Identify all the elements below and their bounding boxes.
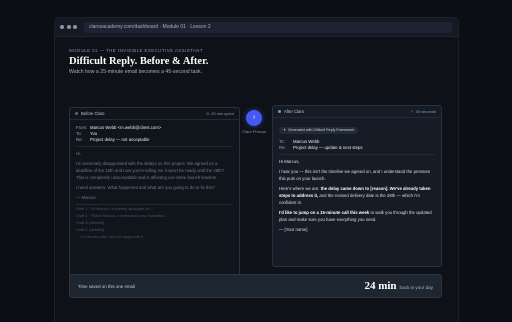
email-body: Hi, I'm extremely disappointed with the … <box>70 150 239 201</box>
emphasis-text: I'd like to jump on a 15-minute call thi… <box>279 210 370 215</box>
page-subtitle: Watch how a 25-minute email becomes a 45… <box>69 69 203 75</box>
draft-item: Draft 3: [deleted] <box>76 221 105 225</box>
email-header: To: Marcus Webb Re: Project delay — update… <box>273 136 441 151</box>
subject-value: Project delay — not acceptable <box>90 137 150 142</box>
email-header: From: Marcus Webb <m.webb@client.com> To:… <box>70 120 239 143</box>
email-signature: — [Your name] <box>279 227 308 232</box>
time-saved-unit: back in your day <box>399 285 433 290</box>
address-bar[interactable]: clarosacademy.com/dashboard · Module 01 … <box>84 21 452 33</box>
subject-key: Re: <box>76 137 83 142</box>
subject-key: Re: <box>279 145 286 150</box>
claro-prompt-label: Claro Prompt <box>242 129 266 134</box>
time-spent: 0: 25 min spent <box>206 111 234 116</box>
arrow-right-icon[interactable]: › <box>246 110 262 126</box>
status-dot-icon <box>278 110 281 113</box>
subject-value: Project delay — update & next steps <box>293 145 363 150</box>
draft-item: Draft 4: [deleted] <box>76 228 105 232</box>
framework-badge-label: Generated with Difficult Reply Framework <box>288 128 355 132</box>
page-title: Difficult Reply. Before & After. <box>69 56 209 67</box>
email-greeting: Hi, <box>76 151 82 156</box>
before-label: Before Claro <box>81 111 105 116</box>
time-taken: ⚡ 45 seconds <box>411 109 436 114</box>
email-paragraph: I need answers. What happened and what a… <box>76 185 216 190</box>
divider <box>76 204 233 205</box>
email-paragraph: I'm extremely disappointed with the dela… <box>76 161 225 180</box>
email-paragraph: I hear you — this isn't the timeline we … <box>279 169 431 181</box>
draft-history: Draft 1: "Hi Marcus, I sincerely apologi… <box>70 204 239 241</box>
after-panel: After Claro ⚡ 45 seconds ✦ Generated wit… <box>272 105 442 267</box>
email-paragraph: Here's where we are: the delay came down… <box>279 185 435 206</box>
time-saved-value: 24 min <box>364 280 397 292</box>
close-window-dot[interactable] <box>60 25 64 29</box>
divider <box>279 154 435 155</box>
from-value: Marcus Webb <m.webb@client.com> <box>90 125 162 130</box>
window-controls <box>60 25 77 29</box>
maximize-window-dot[interactable] <box>73 25 77 29</box>
sparkle-icon: ✦ <box>283 128 287 132</box>
status-dot-icon <box>75 112 78 115</box>
draft-item: Draft 1: "Hi Marcus, I sincerely apologi… <box>76 207 155 211</box>
text-span: Here's where we are: <box>279 186 321 191</box>
browser-toolbar: clarosacademy.com/dashboard · Module 01 … <box>55 18 458 37</box>
browser-window: clarosacademy.com/dashboard · Module 01 … <box>55 18 458 322</box>
after-label: After Claro <box>284 109 305 114</box>
email-body: Hi Marcus, I hear you — this isn't the t… <box>273 158 441 233</box>
module-kicker: MODULE 01 — THE INVISIBLE EXECUTIVE ASSI… <box>69 48 204 53</box>
before-panel-header: Before Claro 0: 25 min spent <box>70 108 239 120</box>
time-saved-stat: 24 min back in your day <box>364 280 433 292</box>
before-panel: Before Claro 0: 25 min spent From: Marcus… <box>69 107 240 285</box>
framework-badge: ✦ Generated with Difficult Reply Framewo… <box>279 126 359 134</box>
time-taken-value: 45 seconds <box>415 109 436 114</box>
email-paragraph: I'd like to jump on a 15-minute call thi… <box>279 209 435 223</box>
time-saved-banner: Time saved on this one email 24 min back… <box>69 274 442 298</box>
email-greeting: Hi Marcus, <box>279 159 300 164</box>
lightning-icon: ⚡ <box>410 109 414 114</box>
time-saved-label: Time saved on this one email <box>78 283 135 289</box>
after-panel-header: After Claro ⚡ 45 seconds <box>273 106 441 118</box>
lesson-header: MODULE 01 — THE INVISIBLE EXECUTIVE ASSI… <box>69 37 444 75</box>
divider <box>76 146 233 147</box>
draft-item: Draft 2: "Thank Marcus, I understand you… <box>76 214 170 218</box>
draft-item: ... 22 minutes later, still not happy wi… <box>76 235 144 239</box>
email-signature: — Marcus <box>76 195 96 200</box>
minimize-window-dot[interactable] <box>66 25 71 29</box>
